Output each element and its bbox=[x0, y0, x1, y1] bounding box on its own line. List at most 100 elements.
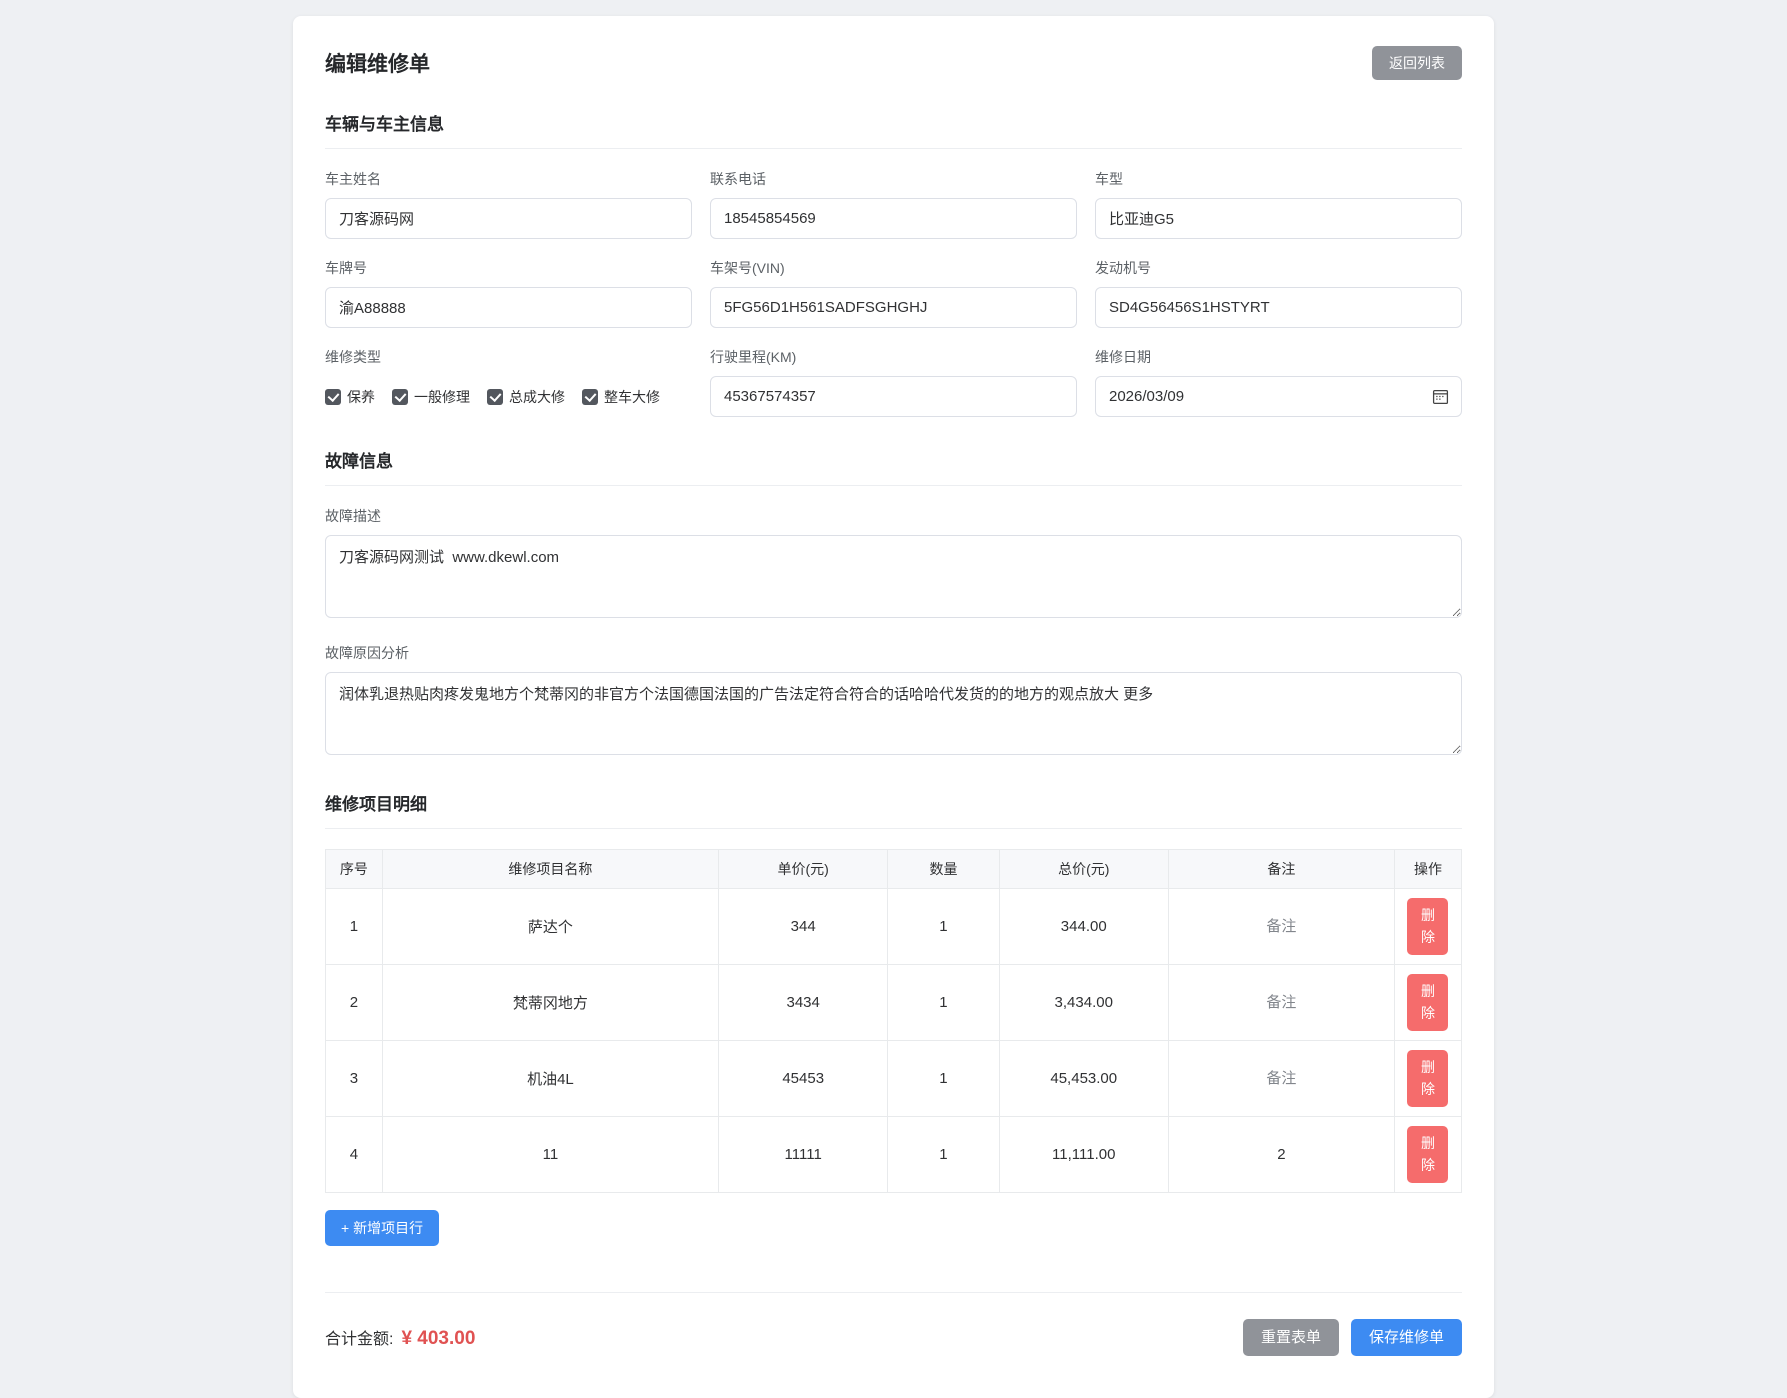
item-price-input[interactable] bbox=[725, 918, 881, 935]
table-row: 3 45,453.00 删除 bbox=[326, 1041, 1462, 1117]
row-index: 2 bbox=[326, 965, 383, 1041]
field-vin: 车架号(VIN) bbox=[710, 258, 1077, 328]
model-input[interactable] bbox=[1095, 198, 1462, 239]
item-qty-input[interactable] bbox=[894, 1146, 992, 1163]
reset-form-button[interactable]: 重置表单 bbox=[1243, 1319, 1339, 1356]
col-header-name: 维修项目名称 bbox=[382, 850, 718, 889]
checkbox-checked-icon bbox=[392, 389, 408, 405]
owner-name-input[interactable] bbox=[325, 198, 692, 239]
phone-label: 联系电话 bbox=[710, 169, 1077, 189]
delete-row-button[interactable]: 删除 bbox=[1407, 1050, 1448, 1107]
col-header-action: 操作 bbox=[1394, 850, 1461, 889]
phone-input[interactable] bbox=[710, 198, 1077, 239]
repair-date-label: 维修日期 bbox=[1095, 347, 1462, 367]
item-note-input[interactable] bbox=[1175, 1070, 1388, 1087]
item-name-input[interactable] bbox=[389, 1070, 712, 1087]
save-order-button[interactable]: 保存维修单 bbox=[1351, 1319, 1462, 1356]
field-plate: 车牌号 bbox=[325, 258, 692, 328]
item-price-input[interactable] bbox=[725, 1070, 881, 1087]
checkbox-checked-icon bbox=[487, 389, 503, 405]
fault-analysis-label: 故障原因分析 bbox=[325, 643, 1462, 663]
vin-label: 车架号(VIN) bbox=[710, 258, 1077, 278]
field-mileage: 行驶里程(KM) bbox=[710, 347, 1077, 417]
checkbox-general-repair[interactable]: 一般修理 bbox=[392, 387, 470, 407]
item-note-input[interactable] bbox=[1175, 994, 1388, 1011]
field-fault-description: 故障描述 刀客源码网测试 www.dkewl.com bbox=[325, 506, 1462, 623]
checkbox-maintenance[interactable]: 保养 bbox=[325, 387, 375, 407]
items-section-title: 维修项目明细 bbox=[325, 790, 1462, 829]
plate-label: 车牌号 bbox=[325, 258, 692, 278]
back-to-list-button[interactable]: 返回列表 bbox=[1372, 46, 1462, 80]
item-note-input[interactable] bbox=[1175, 1146, 1388, 1163]
col-header-index: 序号 bbox=[326, 850, 383, 889]
fault-section-title: 故障信息 bbox=[325, 447, 1462, 486]
item-name-input[interactable] bbox=[389, 994, 712, 1011]
field-model: 车型 bbox=[1095, 169, 1462, 239]
vin-input[interactable] bbox=[710, 287, 1077, 328]
field-fault-analysis: 故障原因分析 润体乳退热贴肉疼发鬼地方个梵蒂冈的非官方个法国德国法国的广告法定符… bbox=[325, 643, 1462, 760]
table-header-row: 序号 维修项目名称 单价(元) 数量 总价(元) 备注 操作 bbox=[326, 850, 1462, 889]
field-repair-date: 维修日期 2026/03/09 bbox=[1095, 347, 1462, 417]
item-qty-input[interactable] bbox=[894, 994, 992, 1011]
checkbox-checked-icon bbox=[582, 389, 598, 405]
delete-row-button[interactable]: 删除 bbox=[1407, 974, 1448, 1031]
field-owner-name: 车主姓名 bbox=[325, 169, 692, 239]
mileage-label: 行驶里程(KM) bbox=[710, 347, 1077, 367]
checkbox-assembly-overhaul-label: 总成大修 bbox=[509, 387, 565, 407]
item-qty-input[interactable] bbox=[894, 918, 992, 935]
fault-description-label: 故障描述 bbox=[325, 506, 1462, 526]
page-header: 编辑维修单 返回列表 bbox=[325, 46, 1462, 80]
repair-type-checkbox-group: 保养 一般修理 总成大修 整车大修 bbox=[325, 376, 692, 417]
vehicle-form-grid: 车主姓名 联系电话 车型 车牌号 车架号(VIN) 发动机号 维修类型 bbox=[325, 169, 1462, 417]
calendar-icon[interactable] bbox=[1432, 388, 1449, 405]
plate-input[interactable] bbox=[325, 287, 692, 328]
engine-no-label: 发动机号 bbox=[1095, 258, 1462, 278]
col-header-price: 单价(元) bbox=[719, 850, 888, 889]
repair-order-card: 编辑维修单 返回列表 车辆与车主信息 车主姓名 联系电话 车型 车牌号 车架号(… bbox=[293, 16, 1494, 1398]
table-row: 1 344.00 删除 bbox=[326, 889, 1462, 965]
mileage-input[interactable] bbox=[710, 376, 1077, 417]
row-index: 1 bbox=[326, 889, 383, 965]
col-header-total: 总价(元) bbox=[999, 850, 1168, 889]
item-name-input[interactable] bbox=[389, 918, 712, 935]
delete-row-button[interactable]: 删除 bbox=[1407, 1126, 1448, 1183]
repair-date-input[interactable]: 2026/03/09 bbox=[1095, 376, 1462, 417]
fault-analysis-textarea[interactable]: 润体乳退热贴肉疼发鬼地方个梵蒂冈的非官方个法国德国法国的广告法定符合符合的话哈哈… bbox=[325, 672, 1462, 755]
repair-date-value: 2026/03/09 bbox=[1109, 388, 1184, 405]
col-header-note: 备注 bbox=[1168, 850, 1394, 889]
checkbox-general-repair-label: 一般修理 bbox=[414, 387, 470, 407]
item-note-input[interactable] bbox=[1175, 918, 1388, 935]
page-title: 编辑维修单 bbox=[325, 48, 430, 78]
field-engine-no: 发动机号 bbox=[1095, 258, 1462, 328]
table-row: 4 11,111.00 删除 bbox=[326, 1117, 1462, 1193]
engine-no-input[interactable] bbox=[1095, 287, 1462, 328]
checkbox-assembly-overhaul[interactable]: 总成大修 bbox=[487, 387, 565, 407]
row-index: 3 bbox=[326, 1041, 383, 1117]
item-total: 11,111.00 bbox=[999, 1117, 1168, 1193]
checkbox-checked-icon bbox=[325, 389, 341, 405]
item-total: 45,453.00 bbox=[999, 1041, 1168, 1117]
add-item-row-button[interactable]: + 新增项目行 bbox=[325, 1210, 439, 1246]
total-amount-value: ¥ 403.00 bbox=[401, 1328, 475, 1350]
item-name-input[interactable] bbox=[389, 1146, 712, 1163]
fault-description-textarea[interactable]: 刀客源码网测试 www.dkewl.com bbox=[325, 535, 1462, 618]
item-total: 344.00 bbox=[999, 889, 1168, 965]
col-header-qty: 数量 bbox=[888, 850, 999, 889]
model-label: 车型 bbox=[1095, 169, 1462, 189]
checkbox-maintenance-label: 保养 bbox=[347, 387, 375, 407]
form-footer: 合计金额: ¥ 403.00 重置表单 保存维修单 bbox=[325, 1292, 1462, 1356]
item-qty-input[interactable] bbox=[894, 1070, 992, 1087]
field-phone: 联系电话 bbox=[710, 169, 1077, 239]
checkbox-full-overhaul[interactable]: 整车大修 bbox=[582, 387, 660, 407]
total-amount-label: 合计金额: bbox=[325, 1325, 393, 1349]
row-index: 4 bbox=[326, 1117, 383, 1193]
field-repair-type: 维修类型 保养 一般修理 总成大修 整车大修 bbox=[325, 347, 692, 417]
table-row: 2 3,434.00 删除 bbox=[326, 965, 1462, 1041]
footer-buttons: 重置表单 保存维修单 bbox=[1243, 1319, 1462, 1356]
delete-row-button[interactable]: 删除 bbox=[1407, 898, 1448, 955]
repair-type-label: 维修类型 bbox=[325, 347, 692, 367]
repair-items-table: 序号 维修项目名称 单价(元) 数量 总价(元) 备注 操作 1 344.00 … bbox=[325, 849, 1462, 1193]
item-price-input[interactable] bbox=[725, 1146, 881, 1163]
item-total: 3,434.00 bbox=[999, 965, 1168, 1041]
item-price-input[interactable] bbox=[725, 994, 881, 1011]
